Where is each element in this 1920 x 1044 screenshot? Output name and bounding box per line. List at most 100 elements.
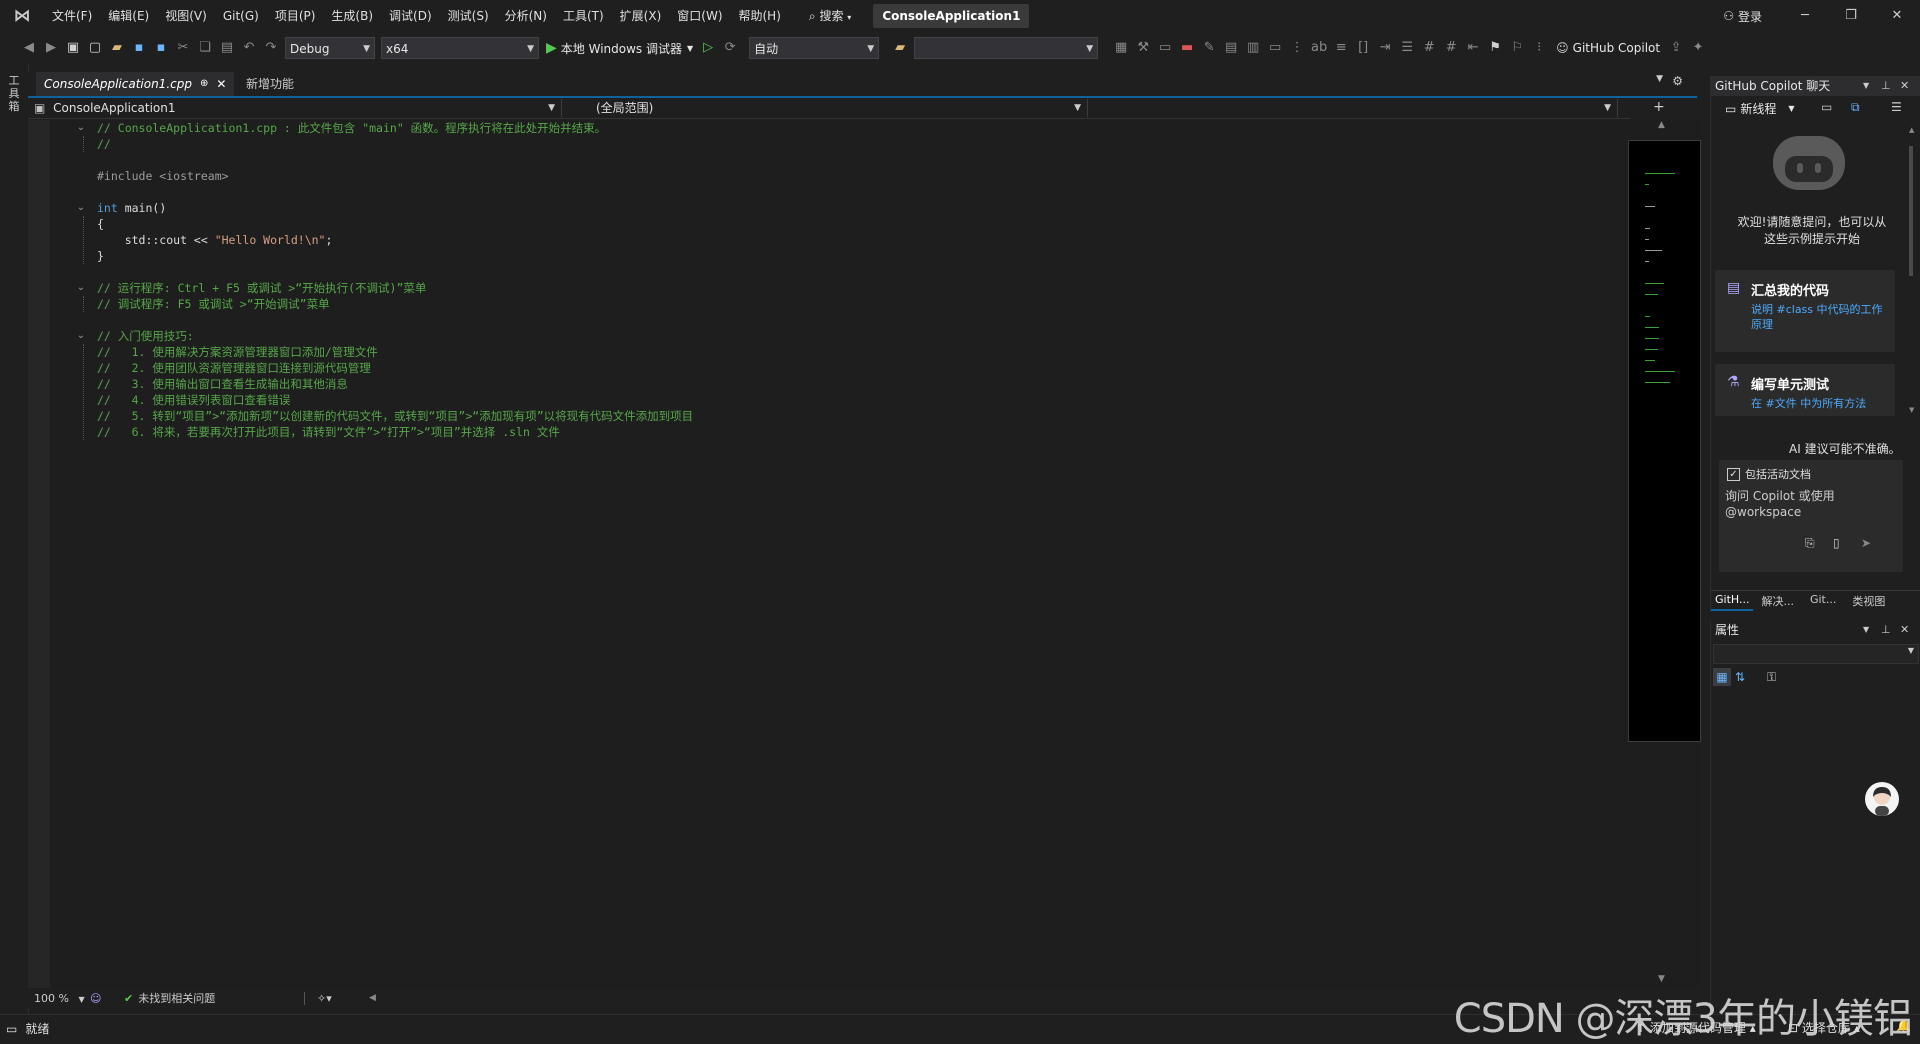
feedback-icon[interactable]: ✦ (1688, 37, 1708, 59)
code-line[interactable]: int main() (97, 200, 166, 216)
pin-pane-icon[interactable]: ⊥ (1881, 620, 1891, 640)
new-project-icon[interactable]: ▣ (63, 37, 83, 59)
layout-alt-icon[interactable]: ▥ (1243, 37, 1263, 59)
code-line[interactable]: // 运行程序: Ctrl + F5 或调试 >“开始执行(不调试)”菜单 (97, 280, 426, 296)
pin-icon[interactable]: ⊕ (200, 72, 208, 96)
menu-extensions[interactable]: 扩展(X) (612, 0, 670, 32)
pane-tab-git-changes[interactable]: Git... (1802, 591, 1844, 611)
save-icon[interactable]: ▪ (129, 37, 149, 59)
pane-tab-github-copilot[interactable]: GitH... (1711, 591, 1754, 611)
folder-icon[interactable]: ▰ (890, 37, 910, 59)
menu-test[interactable]: 测试(S) (440, 0, 497, 32)
tab-consoleapplication1-cpp[interactable]: ConsoleApplication1.cpp ⊕ ✕ (36, 72, 235, 96)
comment-icon[interactable]: # (1419, 37, 1439, 59)
menu-git[interactable]: Git(G) (215, 0, 267, 32)
fold-toggle-icon[interactable]: ⌄ (76, 120, 86, 136)
overflow-icon[interactable]: ⁝ (1529, 37, 1549, 59)
menu-view[interactable]: 视图(V) (157, 0, 215, 32)
send-icon[interactable]: ➤ (1861, 536, 1871, 550)
search-button[interactable]: ⌕ 搜索 ▾ (799, 4, 861, 28)
menu-project[interactable]: 项目(P) (267, 0, 324, 32)
bookmark-icon[interactable]: ⚑ (1485, 37, 1505, 59)
bookmark-next-icon[interactable]: ⚐ (1507, 37, 1527, 59)
split-editor-icon[interactable]: + (1653, 98, 1665, 116)
minimap[interactable] (1628, 140, 1701, 742)
share-icon[interactable]: ⇪ (1666, 37, 1686, 59)
pin-icon[interactable]: ✎ (1199, 37, 1219, 59)
code-line[interactable]: // ConsoleApplication1.cpp : 此文件包含 "main… (97, 120, 606, 136)
fold-toggle-icon[interactable]: ⌄ (76, 200, 86, 216)
member-select[interactable]: ▼ (1098, 99, 1618, 117)
undo-icon[interactable]: ↶ (239, 37, 259, 59)
include-doc-checkbox[interactable]: ✓ 包括活动文档 (1727, 466, 1811, 482)
cut-icon[interactable]: ✂ (173, 37, 193, 59)
more-icon[interactable]: ⋮ (1287, 37, 1307, 59)
code-line[interactable]: { (97, 216, 104, 232)
menu-edit[interactable]: 编辑(E) (100, 0, 157, 32)
new-item-icon[interactable]: ▢ (85, 37, 105, 59)
back-icon[interactable]: ◀ (19, 37, 39, 59)
scope-select[interactable]: (全局范围) ▼ (578, 99, 1088, 117)
pane-dropdown-icon[interactable]: ▼ (1863, 620, 1869, 640)
format-icon[interactable]: ≡ (1331, 37, 1351, 59)
issues-indicator[interactable]: ✔ 未找到相关问题 (114, 990, 304, 1006)
menu-window[interactable]: 窗口(W) (669, 0, 730, 32)
book-icon[interactable]: ▯ (1833, 536, 1840, 550)
restore-button[interactable]: ❐ (1828, 0, 1874, 32)
redo-icon[interactable]: ↷ (261, 37, 281, 59)
avatar[interactable] (1865, 782, 1899, 816)
auto-select[interactable]: 自动 ▼ (749, 37, 880, 59)
settings-gear-icon[interactable]: ⚙ (1672, 74, 1683, 88)
new-window-icon[interactable]: ⧉ (1851, 100, 1860, 115)
pin-pane-icon[interactable]: ⊥ (1881, 76, 1891, 96)
code-line[interactable]: // 调试程序: F5 或调试 >“开始调试”菜单 (97, 296, 330, 312)
menu-help[interactable]: 帮助(H) (731, 0, 789, 32)
scroll-up-icon[interactable]: ▲ (1658, 120, 1665, 130)
code-line[interactable]: // 2. 使用团队资源管理器窗口连接到源代码管理 (97, 360, 371, 376)
menu-build[interactable]: 生成(B) (323, 0, 381, 32)
close-pane-icon[interactable]: ✕ (1900, 76, 1909, 96)
close-pane-icon[interactable]: ✕ (1900, 620, 1909, 640)
new-thread-button[interactable]: ▭ 新线程 ▼ (1725, 100, 1795, 117)
code-line[interactable]: // 4. 使用错误列表窗口查看错误 (97, 392, 290, 408)
prompt-card-unit-tests[interactable]: ⚗ 编写单元测试 在 #文件 中为所有方法 (1715, 364, 1895, 416)
categorized-icon[interactable]: ▦ (1713, 668, 1731, 686)
code-line[interactable]: // 1. 使用解决方案资源管理器窗口添加/管理文件 (97, 344, 378, 360)
code-editor[interactable]: // ConsoleApplication1.cpp : 此文件包含 "main… (28, 120, 1628, 988)
configuration-select[interactable]: Debug ▼ (285, 37, 375, 59)
scroll-down-icon[interactable]: ▼ (1658, 974, 1665, 984)
code-line[interactable]: // 入门使用技巧: (97, 328, 194, 344)
menu-debug[interactable]: 调试(D) (381, 0, 440, 32)
copilot-scrollbar[interactable]: ▲ ▼ (1907, 126, 1915, 416)
align-icon[interactable]: ☰ (1397, 37, 1417, 59)
outdent-icon[interactable]: ⇤ (1463, 37, 1483, 59)
project-select[interactable]: ▣ ConsoleApplication1 ▼ (30, 99, 562, 117)
menu-tools[interactable]: 工具(T) (555, 0, 612, 32)
pane-dropdown-icon[interactable]: ▼ (1863, 76, 1869, 96)
target-select[interactable]: ▼ (914, 37, 1099, 59)
start-debugging-button[interactable]: ▶ 本地 Windows 调试器 ▼ (546, 40, 693, 57)
prompt-card-summarize[interactable]: ▤ 汇总我的代码 说明 #class 中代码的工作原理 (1715, 270, 1895, 352)
uncomment-icon[interactable]: # (1441, 37, 1461, 59)
scroll-left-icon[interactable]: ◀ (369, 993, 376, 1003)
code-cleanup-icon[interactable]: ✧▾ (304, 991, 357, 1005)
window-icon[interactable]: ▭ (1155, 37, 1175, 59)
code-line[interactable]: // 6. 将来，若要再次打开此项目，请转到“文件”>“打开”>“项目”并选择 … (97, 424, 560, 440)
output-icon[interactable]: ▭ (6, 1022, 17, 1036)
pane-tab-class-view[interactable]: 类视图 (1844, 591, 1893, 611)
solution-explorer-icon[interactable]: ▦ (1111, 37, 1131, 59)
start-without-debugging-icon[interactable]: ▷ (698, 37, 718, 59)
visual-studio-logo-icon[interactable]: ⋈ (10, 6, 34, 26)
forward-icon[interactable]: ▶ (41, 37, 61, 59)
bracket-icon[interactable]: [] (1353, 37, 1373, 59)
menu-lines-icon[interactable]: ☰ (1891, 100, 1902, 114)
properties-object-select[interactable]: ▼ (1713, 644, 1919, 664)
save-all-icon[interactable]: ▪ (151, 37, 171, 59)
toolbox-tab[interactable]: 工具箱 (7, 74, 21, 113)
thread-list-icon[interactable]: ▭ (1821, 100, 1832, 114)
tab-whats-new[interactable]: 新增功能 (240, 72, 300, 96)
fold-toggle-icon[interactable]: ⌄ (76, 328, 86, 344)
close-window-button[interactable]: ✕ (1874, 0, 1920, 32)
hot-reload-icon[interactable]: ⟳ (720, 37, 740, 59)
property-pages-icon[interactable]: ⚿ (1767, 668, 1776, 686)
